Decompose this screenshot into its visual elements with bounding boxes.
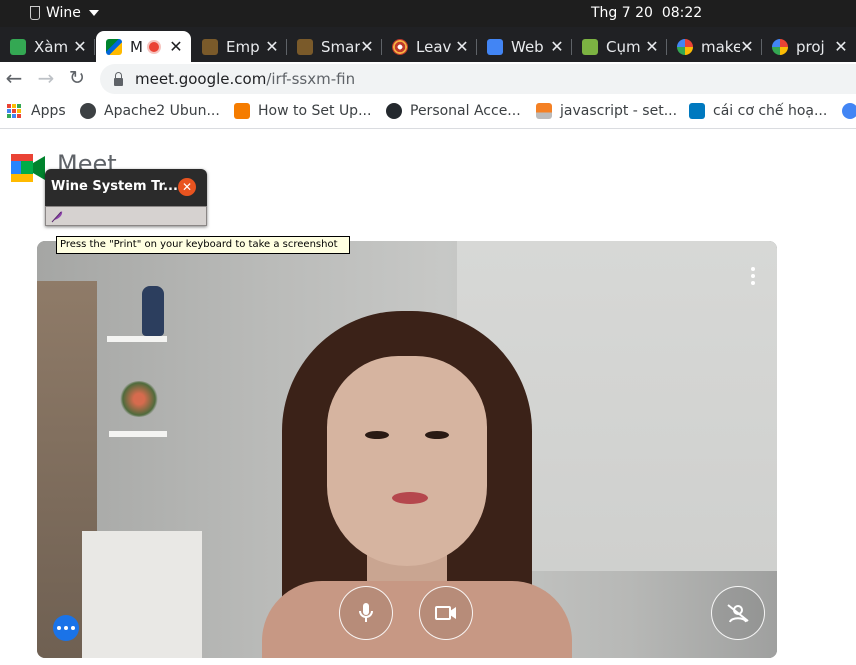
tab-title: Smar [321, 37, 360, 56]
close-icon[interactable]: ✕ [740, 37, 754, 56]
feather-icon[interactable] [50, 209, 64, 223]
reload-icon[interactable]: ↻ [67, 68, 87, 88]
close-icon[interactable]: ✕ [455, 37, 469, 56]
wine-system-tray-window[interactable]: Wine System Tr... ✕ [45, 169, 207, 226]
bookmark-label: Apache2 Ubun... [104, 103, 220, 119]
chat-icon [10, 38, 26, 55]
clock[interactable]: Thg 7 20 08:22 [591, 5, 702, 21]
time-label: 08:22 [661, 5, 703, 21]
close-icon[interactable]: ✕ [550, 37, 564, 56]
browser-toolbar: ← → ↻ meet.google.com/irf-ssxm-fin [0, 62, 856, 96]
tab-web[interactable]: Web ✕ [477, 31, 572, 62]
close-icon[interactable]: ✕ [265, 37, 279, 56]
camera-button[interactable] [419, 586, 473, 640]
app-menu[interactable]: Wine [30, 5, 99, 21]
recording-icon [147, 39, 161, 54]
google-icon [772, 38, 788, 55]
address-bar[interactable]: meet.google.com/irf-ssxm-fin [100, 64, 856, 94]
loading-icon [842, 103, 856, 119]
self-video-tile[interactable] [37, 241, 777, 658]
url-path: /irf-ssxm-fin [266, 70, 356, 88]
microphone-icon [359, 603, 373, 622]
target-icon [392, 38, 408, 55]
close-icon[interactable]: ✕ [834, 37, 848, 56]
google-icon [677, 38, 693, 55]
tab-title: Cụm [606, 37, 641, 56]
tab-title: M [130, 37, 143, 56]
tab-title: Leav [416, 37, 452, 56]
tab-meet[interactable]: M ✕ [96, 31, 191, 62]
bookmarks-bar: Apps Apache2 Ubun... How to Set Up... Pe… [0, 96, 856, 129]
tab-title: Web [511, 37, 544, 56]
close-icon[interactable]: ✕ [169, 37, 183, 56]
microphone-button[interactable] [339, 586, 393, 640]
lock-icon[interactable] [114, 72, 123, 86]
bookmark-trello[interactable]: cái cơ chế hoạ... [689, 103, 827, 119]
close-icon[interactable]: ✕ [360, 37, 374, 56]
meet-icon [106, 38, 122, 55]
window-title: Wine System Tr... [51, 179, 178, 194]
tab-cum[interactable]: Cụm ✕ [572, 31, 667, 62]
bookmark-overflow[interactable] [842, 103, 856, 119]
tab-title: make [701, 37, 740, 56]
tab-title: Emp [226, 37, 260, 56]
bookmark-personal-access[interactable]: Personal Acce... [386, 103, 521, 119]
tab-chat[interactable]: Xàm ✕ [0, 31, 95, 62]
browser-tab-strip: Xàm ✕ M ✕ Emp ✕ Smar ✕ Leav ✕ Web ✕ Cụm … [0, 27, 856, 62]
book-icon [297, 38, 313, 55]
close-icon[interactable]: ✕ [645, 37, 659, 56]
image-icon [582, 38, 598, 55]
forward-arrow-icon[interactable]: → [36, 68, 56, 88]
tns-icon [234, 103, 250, 119]
video-camera-icon [435, 606, 456, 620]
bookmark-label: Personal Acce... [410, 103, 521, 119]
more-options-icon[interactable] [751, 267, 755, 285]
close-icon[interactable]: ✕ [178, 178, 196, 196]
tab-make[interactable]: make ✕ [667, 31, 762, 62]
bookmark-label: How to Set Up... [258, 103, 372, 119]
tray-area [45, 206, 207, 226]
back-arrow-icon[interactable]: ← [4, 68, 24, 88]
apps-grid-icon [7, 104, 21, 118]
wine-glass-icon [30, 6, 40, 20]
tray-tooltip: Press the "Print" on your keyboard to ta… [56, 236, 350, 254]
url-domain: meet.google.com [135, 70, 267, 88]
tab-emp[interactable]: Emp ✕ [192, 31, 287, 62]
tab-title: proj [796, 37, 825, 56]
bookmark-javascript[interactable]: javascript - set... [536, 103, 677, 119]
close-icon[interactable]: ✕ [73, 37, 87, 56]
date-label: Thg 7 20 [591, 5, 653, 21]
stackoverflow-icon [536, 103, 552, 119]
background-effects-icon [727, 604, 749, 623]
trello-icon [689, 103, 705, 119]
bookmark-label: javascript - set... [560, 103, 678, 119]
bookmark-apps[interactable]: Apps [7, 103, 66, 119]
github-icon [386, 103, 402, 119]
tab-smar[interactable]: Smar ✕ [287, 31, 382, 62]
tab-leav[interactable]: Leav ✕ [382, 31, 477, 62]
chevron-down-icon [88, 10, 99, 16]
book-icon [202, 38, 218, 55]
bookmark-apache2[interactable]: Apache2 Ubun... [80, 103, 220, 119]
more-actions-button[interactable] [53, 615, 79, 641]
system-top-bar: Wine Thg 7 20 08:22 [0, 0, 856, 27]
app-name: Wine [46, 5, 81, 21]
bookmark-label: Apps [31, 103, 66, 119]
bookmark-label: cái cơ chế hoạ... [713, 103, 828, 119]
globe-icon [80, 103, 96, 119]
visual-effects-button[interactable] [711, 586, 765, 640]
tab-proj[interactable]: proj ✕ [762, 31, 856, 62]
bookmark-how-to-set-up[interactable]: How to Set Up... [234, 103, 371, 119]
tab-title: Xàm [34, 37, 69, 56]
meet-logo-icon[interactable] [11, 154, 45, 182]
docs-icon [487, 38, 503, 55]
